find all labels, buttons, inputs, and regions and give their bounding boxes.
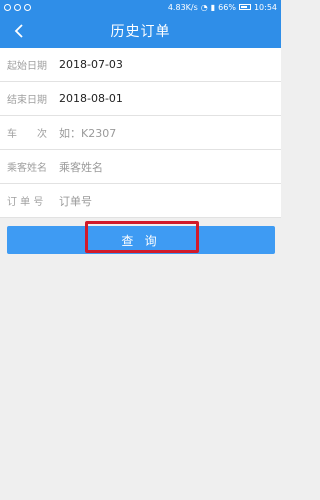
start-date-value[interactable]: 2018-07-03 <box>59 58 123 71</box>
title-bar: 历史订单 <box>0 14 281 48</box>
chevron-left-icon <box>14 24 23 38</box>
signal-icon: ▮ <box>210 2 216 12</box>
order-search-form: 起始日期 2018-07-03 结束日期 2018-08-01 车 次 如：K2… <box>0 48 281 218</box>
end-date-row[interactable]: 结束日期 2018-08-01 <box>0 82 281 116</box>
start-date-label: 起始日期 <box>7 61 47 72</box>
train-number-input[interactable]: 如：K2307 <box>59 125 116 141</box>
network-speed: 4.83K/s <box>167 2 198 12</box>
query-button[interactable]: 查 询 <box>7 226 275 254</box>
page-title: 历史订单 <box>110 24 171 40</box>
alert-icon <box>24 3 31 11</box>
status-bar: 4.83K/s ◔ ▮ 66% 10:54 <box>0 0 281 14</box>
passenger-name-label: 乘客姓名 <box>7 163 47 174</box>
notification-icon <box>4 3 11 11</box>
sync-icon <box>14 3 21 11</box>
order-number-input[interactable]: 订单号 <box>59 193 92 209</box>
back-button[interactable] <box>10 22 28 40</box>
clock: 10:54 <box>253 2 277 12</box>
order-number-label: 订 单 号 <box>7 197 44 208</box>
battery-icon <box>238 4 251 10</box>
wifi-icon: ◔ <box>200 2 208 12</box>
order-number-row[interactable]: 订 单 号 订单号 <box>0 184 281 218</box>
end-date-value[interactable]: 2018-08-01 <box>59 92 123 105</box>
passenger-name-input[interactable]: 乘客姓名 <box>59 159 103 175</box>
train-number-label: 车 次 <box>7 129 47 140</box>
train-number-row[interactable]: 车 次 如：K2307 <box>0 116 281 150</box>
query-button-container: 查 询 <box>7 226 275 254</box>
passenger-name-row[interactable]: 乘客姓名 乘客姓名 <box>0 150 281 184</box>
start-date-row[interactable]: 起始日期 2018-07-03 <box>0 48 281 82</box>
end-date-label: 结束日期 <box>7 95 47 106</box>
battery-percent: 66% <box>218 2 236 12</box>
